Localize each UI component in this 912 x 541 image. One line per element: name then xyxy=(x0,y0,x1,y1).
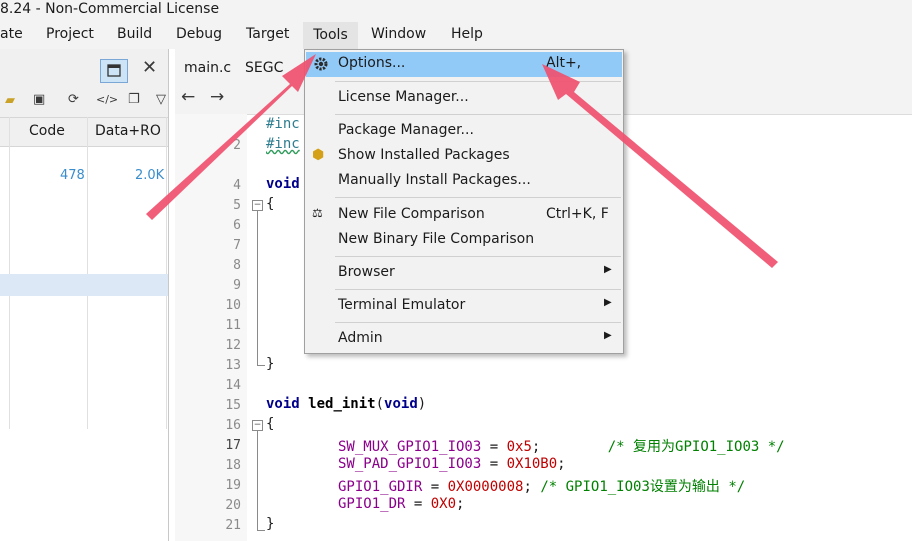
annotation-arrow-left xyxy=(146,54,316,220)
annotation-arrows xyxy=(146,54,778,268)
annotation-arrow-right xyxy=(542,64,778,268)
